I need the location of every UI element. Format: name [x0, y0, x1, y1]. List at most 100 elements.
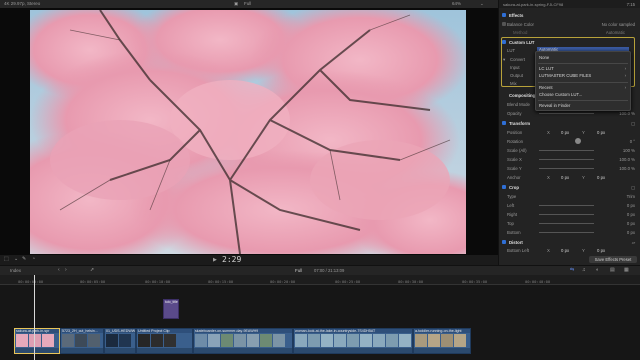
- snapping-icon[interactable]: ⇆: [570, 267, 574, 273]
- menu-separator: [538, 100, 628, 101]
- inspector-clip-name: sakura-at-park-in-spring-FJLCF98: [503, 1, 564, 7]
- distort-checkbox[interactable]: [502, 240, 506, 244]
- save-effects-preset-button[interactable]: Save Effects Preset: [589, 256, 637, 263]
- timeline-clip[interactable]: a-toddler-running-on-the-light: [413, 328, 471, 354]
- scale-x-slider[interactable]: [539, 159, 594, 160]
- chevron-right-icon: ›: [624, 85, 626, 90]
- balance-color-checkbox[interactable]: [502, 22, 506, 26]
- title-clip[interactable]: tuto_title: [163, 299, 179, 319]
- index-button[interactable]: Index: [10, 268, 21, 273]
- rotation-dial[interactable]: [575, 138, 581, 144]
- scale-x-value[interactable]: 100.0 %: [619, 157, 635, 162]
- clip-audio: [294, 348, 412, 353]
- viewer-timecode: 2:29: [222, 255, 242, 264]
- rotation-value[interactable]: 0 °: [630, 139, 635, 144]
- crop-top-value[interactable]: 0 px: [627, 221, 635, 226]
- distort-section[interactable]: Distort ▱: [499, 238, 640, 246]
- rotation-row: Rotation 0 °: [507, 138, 635, 144]
- clip-thumbnail: [373, 334, 385, 347]
- crop-onscreen-icon[interactable]: ▢: [631, 185, 635, 191]
- crop-type-value[interactable]: Trim: [627, 194, 635, 199]
- transform-section[interactable]: Transform ▢: [499, 119, 640, 127]
- audio-skimming-icon[interactable]: ♫: [582, 267, 586, 273]
- scale-y-value[interactable]: 100.0 %: [619, 166, 635, 171]
- clip-thumbnail: [138, 334, 150, 347]
- menu-item-reveal-in-finder[interactable]: Reveal in Finder: [539, 103, 570, 108]
- clip-thumbnail: [308, 334, 320, 347]
- viewer-controls: ⬚ ⌄ ✎ ◔ ▶: [0, 255, 498, 265]
- timeline-clip[interactable]: 5723_2H_cut_helsin...: [60, 328, 104, 354]
- crop-top-row: Top 0 px: [507, 220, 635, 226]
- clip-thumbnail: [208, 334, 220, 347]
- clip-thumbnail: [347, 334, 359, 347]
- viewer-zoom[interactable]: Full: [244, 1, 251, 6]
- crop-bottom-slider[interactable]: [539, 232, 594, 233]
- crop-checkbox[interactable]: [502, 185, 506, 189]
- balance-color-row: Balance Color No color sampled: [499, 20, 640, 28]
- menu-item-lutmaster[interactable]: LUTMASTER CUBE FILES: [539, 73, 591, 78]
- crop-left-slider[interactable]: [539, 205, 594, 206]
- scale-all-value[interactable]: 100 %: [623, 148, 635, 153]
- method-value[interactable]: Automatic: [606, 30, 625, 35]
- clip-thumbnail: [441, 334, 453, 347]
- crop-right-slider[interactable]: [539, 214, 594, 215]
- forward-arrow-icon[interactable]: ›: [65, 267, 67, 273]
- play-icon[interactable]: ▶: [213, 257, 217, 263]
- speed-icon[interactable]: ◔: [32, 256, 35, 262]
- menu-item-none[interactable]: None: [539, 55, 549, 60]
- solo-icon[interactable]: ◐: [596, 267, 599, 273]
- anchor-y[interactable]: 0 px: [597, 175, 605, 180]
- timeline-clip[interactable]: 01_UDS-HEDWWSE: [104, 328, 136, 354]
- anchor-x[interactable]: 0 px: [561, 175, 569, 180]
- enhance-icon[interactable]: ✎: [22, 256, 26, 262]
- clip-thumbnail: [415, 334, 427, 347]
- position-y[interactable]: 0 px: [597, 130, 605, 135]
- custom-lut-checkbox[interactable]: [502, 40, 506, 44]
- video-inspector: sakura-at-park-in-spring-FJLCF98 7:15 Ef…: [498, 0, 640, 265]
- clip-thumbnail: [334, 334, 346, 347]
- select-tool-icon[interactable]: ➚: [90, 267, 94, 273]
- view-options-icon[interactable]: ▣: [234, 1, 238, 7]
- clip-thumbnail: [260, 334, 272, 347]
- effects-browser-icon[interactable]: ▦: [624, 267, 629, 273]
- crop-left-value[interactable]: 0 px: [627, 203, 635, 208]
- transform-tool-icon[interactable]: ⬚: [4, 256, 9, 262]
- timeline-clip[interactable]: Untitled Project Clip: [136, 328, 193, 354]
- scale-all-slider[interactable]: [539, 150, 594, 151]
- back-arrow-icon[interactable]: ‹: [58, 267, 60, 273]
- view-menu-icon[interactable]: ⌄: [480, 1, 484, 7]
- clip-appearance-icon[interactable]: ▤: [610, 267, 615, 273]
- scale-all-row: Scale (All) 100 %: [507, 147, 635, 153]
- clip-thumbnail: [164, 334, 176, 347]
- distort-onscreen-icon[interactable]: ▱: [632, 240, 635, 246]
- effects-checkbox[interactable]: [502, 13, 506, 17]
- timeline-clip[interactable]: skateboarder-on-summer-day-9EAWH9: [193, 328, 293, 354]
- bottom-left-y[interactable]: 0 px: [597, 248, 605, 253]
- custom-lut-section[interactable]: Custom LUT: [499, 38, 640, 46]
- effects-section[interactable]: Effects: [499, 11, 640, 19]
- clip-audio: [194, 348, 292, 353]
- bottom-left-x[interactable]: 0 px: [561, 248, 569, 253]
- crop-bottom-value[interactable]: 0 px: [627, 230, 635, 235]
- chevron-down-icon[interactable]: ⌄: [14, 256, 18, 262]
- transform-onscreen-icon[interactable]: ▢: [631, 121, 635, 127]
- position-x[interactable]: 0 px: [561, 130, 569, 135]
- transform-checkbox[interactable]: [502, 121, 506, 125]
- scale-y-slider[interactable]: [539, 168, 594, 169]
- timeline-clip[interactable]: woman-look-at-the-lake-in-countryside-7S…: [293, 328, 413, 354]
- timeline-clip[interactable]: sakura-at-park-in-spr: [14, 328, 60, 354]
- crop-top-slider[interactable]: [539, 223, 594, 224]
- clip-thumbnail: [195, 334, 207, 347]
- opacity-value[interactable]: 100.0 %: [619, 111, 635, 116]
- menu-item-lc-lut[interactable]: LC LUT: [539, 66, 554, 71]
- menu-item-recent[interactable]: Recent: [539, 85, 553, 90]
- crop-section[interactable]: Crop ▢: [499, 183, 640, 191]
- timeline-zoom[interactable]: Full: [295, 268, 302, 273]
- menu-item-choose-custom-lut[interactable]: Choose Custom LUT...: [539, 92, 582, 97]
- opacity-slider[interactable]: [539, 113, 594, 114]
- zoom-percent[interactable]: 64%: [452, 1, 461, 6]
- crop-right-value[interactable]: 0 px: [627, 212, 635, 217]
- clip-thumbnail: [273, 334, 285, 347]
- playhead[interactable]: [34, 275, 35, 360]
- ruler-tick: 00:00:35:00: [462, 279, 488, 284]
